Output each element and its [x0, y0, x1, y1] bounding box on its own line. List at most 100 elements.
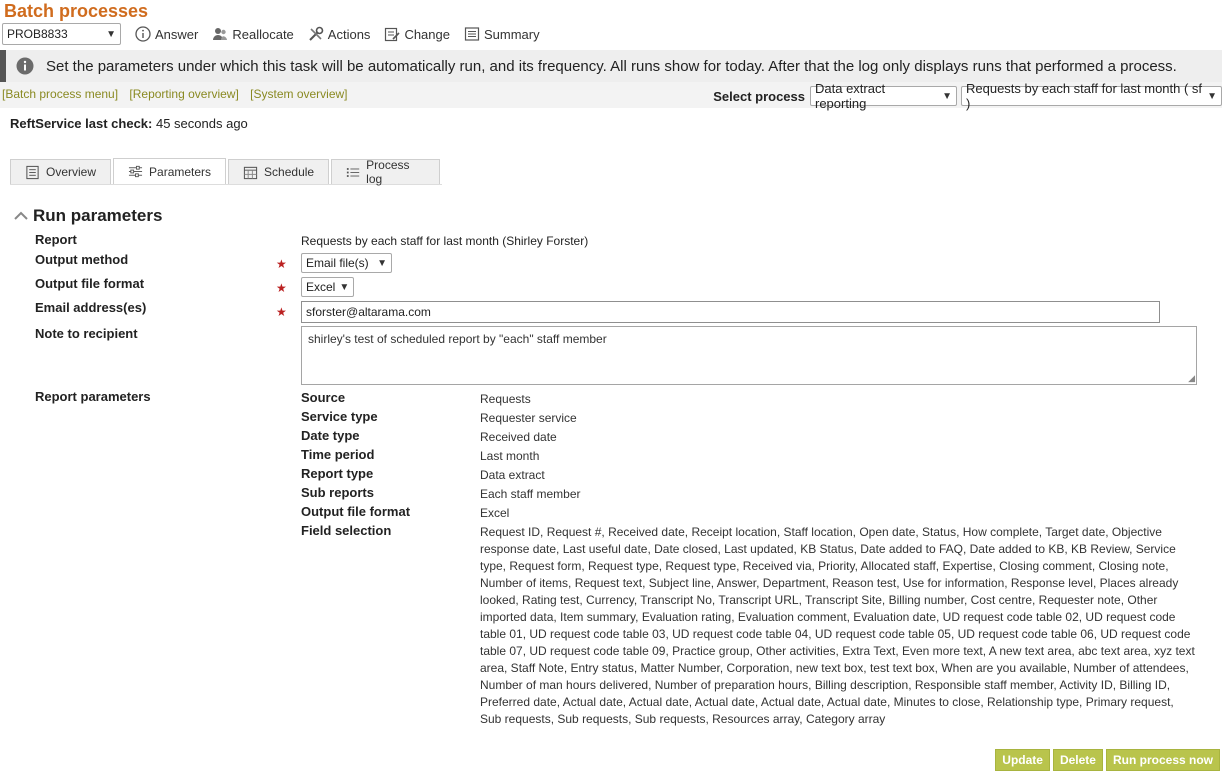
sub-navigation: [Batch process menu] [Reporting overview… [0, 81, 1222, 111]
resize-grip-icon[interactable]: ◢ [1188, 374, 1195, 383]
service-status-value: 45 seconds ago [155, 116, 248, 131]
info-icon [16, 57, 34, 75]
tab-process-log-label: Process log [366, 158, 410, 186]
tab-process-log[interactable]: Process log [331, 158, 440, 186]
chevron-down-icon: ▼ [942, 90, 952, 102]
output-method-value: Email file(s) [306, 256, 369, 270]
tab-overview[interactable]: Overview [10, 159, 112, 184]
report-label: Report [35, 232, 77, 247]
chevron-up-icon [14, 211, 28, 220]
process-type-select[interactable]: Data extract reporting ▼ [810, 81, 957, 111]
document-icon [26, 165, 39, 179]
reallocate-button[interactable]: Reallocate [212, 26, 294, 42]
action-buttons: Update Delete Run process now [995, 749, 1220, 771]
param-value: Excel [480, 506, 510, 520]
output-method-select[interactable]: Email file(s) ▼ [301, 253, 392, 273]
required-icon: ★ [276, 305, 287, 319]
param-key: Sub reports [301, 485, 374, 500]
reporting-overview-link[interactable]: [Reporting overview] [129, 87, 238, 101]
email-label: Email address(es) [35, 300, 147, 315]
info-circle-icon [135, 26, 151, 42]
report-value: Requests by each staff for last month (S… [301, 234, 589, 248]
process-type-value: Data extract reporting [815, 81, 886, 111]
change-label: Change [404, 26, 450, 42]
tab-parameters[interactable]: Parameters [113, 158, 227, 184]
chevron-down-icon: ▼ [339, 281, 350, 293]
summary-button[interactable]: Summary [464, 26, 540, 42]
service-status-label: ReftService last check: [10, 116, 153, 131]
ticket-select[interactable]: PROB8833 ▼ [2, 23, 121, 45]
info-text: Set the parameters under which this task… [46, 57, 1177, 75]
select-process-label: Select process [713, 88, 805, 104]
service-status: ReftService last check: 45 seconds ago [10, 116, 248, 131]
tab-bar: Overview Parameters Schedule Process log [10, 158, 442, 186]
batch-menu-link[interactable]: [Batch process menu] [2, 87, 118, 101]
param-row: Output file format Excel [301, 503, 1201, 522]
note-label: Note to recipient [35, 326, 138, 341]
list-icon [464, 27, 480, 41]
param-key: Field selection [301, 523, 392, 538]
param-value: Last month [480, 449, 540, 463]
summary-label: Summary [483, 26, 540, 42]
param-row: Source Requests [301, 389, 1201, 408]
param-row: Report type Data extract [301, 465, 1201, 484]
toolbar: PROB8833 ▼ Answer Reallocate Actions Cha… [2, 23, 1222, 45]
actions-button[interactable]: Actions [308, 26, 371, 42]
change-button[interactable]: Change [384, 26, 450, 42]
chevron-down-icon: ▼ [1207, 90, 1217, 102]
chevron-down-icon: ▼ [106, 28, 116, 40]
note-text: shirley's test of scheduled report by "e… [308, 332, 607, 346]
actions-label: Actions [327, 26, 371, 42]
file-format-label: Output file format [35, 276, 145, 291]
reallocate-label: Reallocate [232, 26, 294, 42]
note-textarea[interactable]: shirley's test of scheduled report by "e… [301, 326, 1197, 385]
answer-button[interactable]: Answer [135, 26, 198, 42]
tools-icon [309, 26, 324, 41]
list-icon [346, 167, 360, 177]
delete-button[interactable]: Delete [1052, 749, 1103, 771]
run-parameters-header[interactable]: Run parameters [14, 206, 162, 226]
param-key: Time period [301, 447, 375, 462]
param-key: Date type [301, 428, 360, 443]
calendar-icon [243, 166, 258, 179]
tab-schedule[interactable]: Schedule [228, 159, 330, 184]
param-value: Requests [480, 392, 531, 406]
edit-icon [385, 27, 401, 42]
run-process-button[interactable]: Run process now [1105, 749, 1220, 771]
report-parameters-list: Source Requests Service type Requester s… [301, 389, 1201, 728]
process-name-select[interactable]: Requests by each staff for last month ( … [961, 81, 1222, 111]
param-row: Date type Received date [301, 427, 1201, 446]
param-value: Each staff member [480, 487, 581, 501]
tab-schedule-label: Schedule [264, 165, 315, 179]
field-selection-value: Request ID, Request #, Received date, Re… [480, 525, 1195, 726]
required-icon: ★ [276, 257, 287, 271]
users-icon [213, 28, 228, 40]
tab-overview-label: Overview [46, 165, 97, 179]
required-icon: ★ [276, 281, 287, 295]
sliders-icon [128, 165, 143, 178]
page-title: Batch processes [4, 1, 149, 21]
file-format-select[interactable]: Excel ▼ [301, 277, 354, 297]
param-key: Service type [301, 409, 378, 424]
report-params-label: Report parameters [35, 389, 151, 404]
answer-label: Answer [155, 26, 199, 42]
update-button[interactable]: Update [995, 749, 1050, 771]
param-value: Received date [480, 430, 557, 444]
param-row: Service type Requester service [301, 408, 1201, 427]
param-key: Source [301, 390, 346, 405]
ticket-select-value: PROB8833 [7, 27, 68, 41]
process-name-value: Requests by each staff for last month ( … [966, 81, 1203, 111]
param-value: Data extract [480, 468, 545, 482]
param-key: Output file format [301, 504, 411, 519]
param-key: Report type [301, 466, 374, 481]
param-row: Sub reports Each staff member [301, 484, 1201, 503]
param-row: Time period Last month [301, 446, 1201, 465]
system-overview-link[interactable]: [System overview] [250, 87, 347, 101]
section-title: Run parameters [33, 206, 163, 225]
info-banner: Set the parameters under which this task… [0, 50, 1222, 82]
email-field[interactable]: sforster@altarama.com [301, 301, 1160, 323]
tab-parameters-label: Parameters [149, 164, 212, 179]
output-method-label: Output method [35, 252, 129, 267]
param-row: Field selection Request ID, Request #, R… [301, 522, 1201, 728]
chevron-down-icon: ▼ [377, 257, 387, 269]
